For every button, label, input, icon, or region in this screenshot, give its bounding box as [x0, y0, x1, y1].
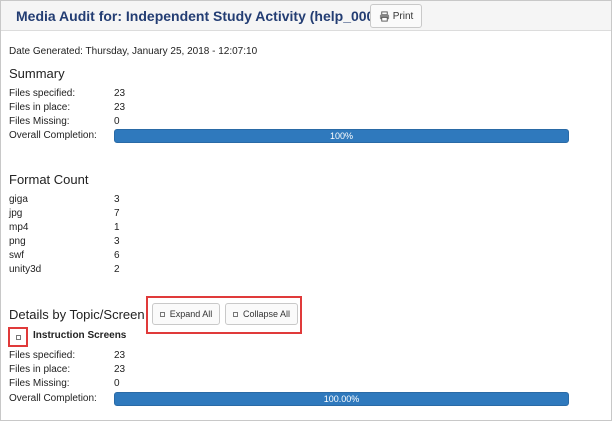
format-row: mp4 1	[9, 222, 569, 234]
format-name: mp4	[9, 222, 29, 233]
details-completion-label: Overall Completion:	[9, 393, 97, 404]
format-count: 3	[114, 236, 120, 247]
summary-row-label: Files Missing:	[9, 116, 70, 127]
details-row-label: Files specified:	[9, 350, 76, 361]
details-progress-text: 100.00%	[323, 394, 360, 404]
details-row-label: Files in place:	[9, 364, 71, 375]
summary-row-label: Files specified:	[9, 88, 76, 99]
summary-progress-text: 100%	[329, 131, 354, 141]
summary-row-value: 0	[114, 116, 120, 127]
summary-row-value: 23	[114, 88, 126, 99]
format-row: swf 6	[9, 250, 569, 262]
print-button-label: Print	[392, 10, 414, 22]
details-row: Files specified: 23	[9, 350, 569, 362]
summary-progress-bar: 100%	[114, 129, 569, 143]
print-button[interactable]: Print	[370, 4, 422, 28]
summary-completion-label: Overall Completion:	[9, 130, 97, 141]
summary-row-value: 23	[114, 102, 126, 113]
group-title: Instruction Screens	[33, 330, 127, 341]
summary-row-label: Files in place:	[9, 102, 71, 113]
square-icon	[159, 311, 165, 317]
summary-row: Files specified: 23	[9, 88, 569, 100]
format-count: 7	[114, 208, 120, 219]
square-icon	[15, 334, 21, 340]
report-header: Media Audit for: Independent Study Activ…	[1, 1, 611, 31]
details-row-value: 23	[114, 364, 126, 375]
details-row: Files Missing: 0	[9, 378, 569, 390]
format-name: unity3d	[9, 264, 42, 275]
summary-row: Files in place: 23	[9, 102, 569, 114]
format-name: swf	[9, 250, 24, 261]
group-toggle-button[interactable]	[8, 327, 28, 347]
collapse-all-label: Collapse All	[242, 309, 291, 319]
page-title: Media Audit for: Independent Study Activ…	[16, 8, 395, 24]
format-row: giga 3	[9, 194, 569, 206]
format-row: png 3	[9, 236, 569, 248]
printer-icon	[379, 10, 389, 22]
format-count: 3	[114, 194, 120, 205]
collapse-all-button[interactable]: Collapse All	[225, 303, 298, 325]
date-generated: Date Generated: Thursday, January 25, 20…	[9, 46, 258, 57]
format-count-title: Format Count	[9, 172, 89, 187]
details-title: Details by Topic/Screen	[9, 307, 145, 322]
details-row-value: 0	[114, 378, 120, 389]
details-row-label: Files Missing:	[9, 378, 70, 389]
summary-title: Summary	[9, 66, 65, 81]
format-row: unity3d 2	[9, 264, 569, 276]
format-name: giga	[9, 194, 28, 205]
format-count: 2	[114, 264, 120, 275]
square-icon	[232, 311, 238, 317]
details-progress-bar: 100.00%	[114, 392, 569, 406]
format-count: 1	[114, 222, 120, 233]
details-row: Files in place: 23	[9, 364, 569, 376]
format-name: jpg	[9, 208, 23, 219]
format-name: png	[9, 236, 26, 247]
format-count: 6	[114, 250, 120, 261]
expand-all-button[interactable]: Expand All	[152, 303, 220, 325]
details-row-value: 23	[114, 350, 126, 361]
summary-row: Files Missing: 0	[9, 116, 569, 128]
expand-all-label: Expand All	[169, 309, 213, 319]
format-row: jpg 7	[9, 208, 569, 220]
